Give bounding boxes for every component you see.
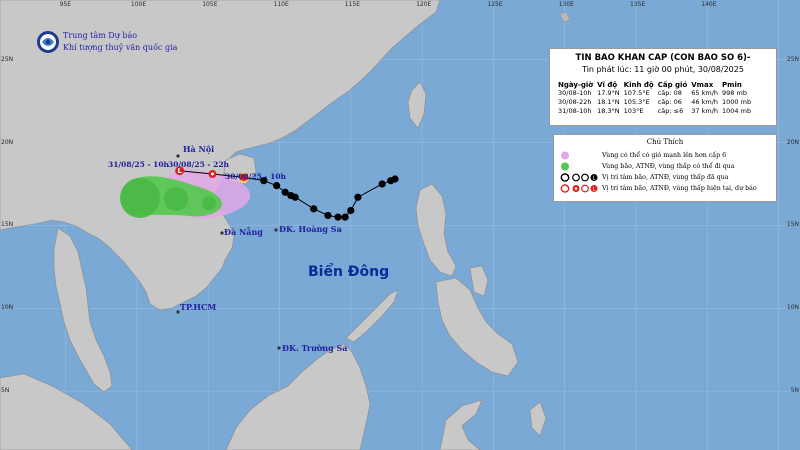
- bulletin-title: TIN BAO KHAN CAP (CON BAO SO 6)-: [575, 53, 751, 63]
- latitude-tick-label: 20N: [1, 138, 14, 146]
- legend-title: Chú Thích: [646, 138, 684, 146]
- longitude-tick-label: 110E: [273, 1, 289, 8]
- col-header: Vmax: [691, 81, 714, 89]
- label-hoangsa: ĐK. Hoàng Sa: [279, 224, 342, 234]
- past-position-mark: [334, 213, 342, 221]
- label-hanoi: Hà Nội: [183, 144, 215, 154]
- table-cell: 107.5°E: [623, 89, 650, 97]
- table-cell: 1004 mb: [722, 107, 752, 115]
- longitude-tick-label: 100E: [130, 1, 147, 8]
- label-bien-dong: Biển Đông: [308, 264, 390, 280]
- past-position-mark: [324, 211, 332, 220]
- label-danang: Đà Nẵng: [224, 227, 263, 237]
- table-cell: 30/08-22h: [558, 98, 592, 106]
- latitude-tick-label: 10N: [1, 304, 14, 312]
- table-row: 31/08-10h 18.3°N 103°E cấp: ≤6 37 km/h 1…: [556, 107, 753, 116]
- latitude-tick-label: 10N: [786, 304, 799, 312]
- storm-map: L 95E 100E 105E 110E 115E 120E 125E 130E 135E 140…: [0, 0, 800, 450]
- table-row: 30/08-10h 17.9°N 107.5°E cấp: 08 65 km/h…: [556, 89, 753, 98]
- latitude-tick-label: 5N: [1, 387, 10, 395]
- hoangsa-marker: [274, 228, 278, 232]
- pink-circle-icon: [561, 151, 569, 160]
- table-cell: 37 km/h: [691, 107, 719, 115]
- col-header: Pmin: [722, 81, 742, 89]
- truongsa-marker: [277, 346, 281, 350]
- bulletin-box: TIN BAO KHAN CAP (CON BAO SO 6)- Tin phá…: [549, 48, 777, 126]
- table-cell: 1000 mb: [722, 98, 752, 106]
- label-time-31-08-10h: 31/08/25 - 10h: [108, 160, 170, 169]
- longitude-tick-label: 95E: [59, 1, 72, 8]
- longitude-tick-label: 120E: [416, 1, 432, 8]
- legend-item-storm-zone: Vùng bão, ATNĐ, vùng thấp có thể đi qua: [560, 162, 735, 171]
- label-time-30-08-22h: 30/08/25 - 22h: [168, 160, 230, 169]
- longitude-tick-label: 140E: [701, 1, 717, 8]
- forecast-position-mark: [208, 170, 217, 179]
- past-position-mark: [310, 205, 318, 213]
- table-cell: 65 km/h: [691, 89, 719, 97]
- past-position-mark: [354, 193, 362, 201]
- forecast-table: Ngày-giờ Vĩ độ Kinh độ Cấp gió Vmax Pmin…: [556, 81, 753, 116]
- forecast-table-header: Ngày-giờ Vĩ độ Kinh độ Cấp gió Vmax Pmin: [556, 81, 753, 89]
- table-cell: cấp: ≤6: [657, 107, 684, 115]
- latitude-tick-label: 15N: [1, 221, 14, 229]
- col-header: Kinh độ: [623, 81, 654, 89]
- latitude-tick-label: 5N: [790, 387, 799, 395]
- longitude-tick-label: 125E: [487, 1, 503, 8]
- table-cell: 105.3°E: [623, 98, 650, 106]
- legend-item-current-position: L Vị trí tâm bão, ATNĐ, vùng thấp hiện t…: [560, 184, 757, 193]
- past-position-mark: [391, 175, 399, 183]
- latitude-tick-label: 20N: [786, 138, 799, 146]
- table-cell: 46 km/h: [691, 98, 719, 106]
- table-cell: 998 mb: [722, 89, 747, 97]
- forecast-zone-31-08: [120, 178, 160, 218]
- label-truongsa: ĐK. Trường Sa: [282, 343, 348, 353]
- latitude-tick-label: 25N: [1, 55, 14, 63]
- green-circle-icon: [561, 162, 569, 171]
- longitude-tick-label: 115E: [344, 1, 361, 8]
- longitude-tick-label: 130E: [558, 1, 574, 8]
- legend-item-past-position: L Vị trí tâm bão, ATNĐ, vùng thấp đã qua: [560, 173, 729, 182]
- table-cell: cấp: 08: [657, 89, 682, 97]
- table-cell: cấp: 06: [657, 98, 682, 106]
- latitude-tick-label: 25N: [786, 55, 799, 63]
- legend-text: Vùng bão, ATNĐ, vùng thấp có thể đi qua: [602, 163, 735, 170]
- col-header: Vĩ độ: [597, 81, 618, 89]
- hanoi-marker: [176, 154, 180, 158]
- current-zone: [202, 196, 216, 210]
- past-position-mark: [273, 182, 281, 190]
- legend-box: Chú Thích Vùng có thể có gió mạnh lên hơ…: [553, 134, 777, 202]
- past-position-mark: [291, 193, 299, 201]
- agency-name-line1: Trung tâm Dự báo: [63, 31, 138, 40]
- past-position-mark: [341, 213, 349, 221]
- svg-text:L: L: [593, 176, 596, 182]
- table-cell: 103°E: [623, 107, 644, 115]
- bulletin-issued-time: Tin phát lúc: 11 giờ 00 phút, 30/08/2025: [582, 65, 744, 74]
- table-row: 30/08-22h 18.1°N 105.3°E cấp: 06 46 km/h…: [556, 98, 753, 107]
- longitude-tick-label: 135E: [630, 1, 646, 8]
- agency-logo-icon: [37, 31, 59, 53]
- legend-text: Vị trí tâm bão, ATNĐ, vùng thấp đã qua: [602, 174, 729, 181]
- table-cell: 30/08-10h: [558, 89, 592, 97]
- legend-item-wind-zone: Vùng có thể có gió mạnh lên hơn cấp 6: [560, 151, 726, 160]
- table-cell: 18.1°N: [597, 98, 620, 106]
- legend-text: Vị trí tâm bão, ATNĐ, vùng thấp hiện tại…: [602, 185, 757, 192]
- legend-text: Vùng có thể có gió mạnh lên hơn cấp 6: [602, 152, 727, 159]
- agency-name-line2: Khí tượng thuỷ văn quốc gia: [63, 43, 178, 52]
- label-hcm: TP.HCM: [180, 302, 217, 312]
- table-cell: 18.3°N: [597, 107, 620, 115]
- col-header: Cấp gió: [657, 81, 688, 89]
- label-time-30-08-10h: 30/08/25 - 10h: [225, 172, 287, 181]
- red-storm-symbols-icon: L: [560, 184, 598, 193]
- table-cell: 31/08-10h: [558, 107, 592, 115]
- longitude-tick-label: 105E: [202, 1, 218, 8]
- table-cell: 17.9°N: [597, 89, 620, 97]
- forecast-zone-30-22: [164, 187, 188, 211]
- past-position-mark: [378, 180, 386, 188]
- col-header: Ngày-giờ: [558, 81, 594, 89]
- svg-text:L: L: [593, 187, 596, 193]
- black-storm-symbols-icon: L: [560, 173, 598, 182]
- past-position-mark: [347, 206, 355, 215]
- latitude-tick-label: 15N: [786, 221, 799, 229]
